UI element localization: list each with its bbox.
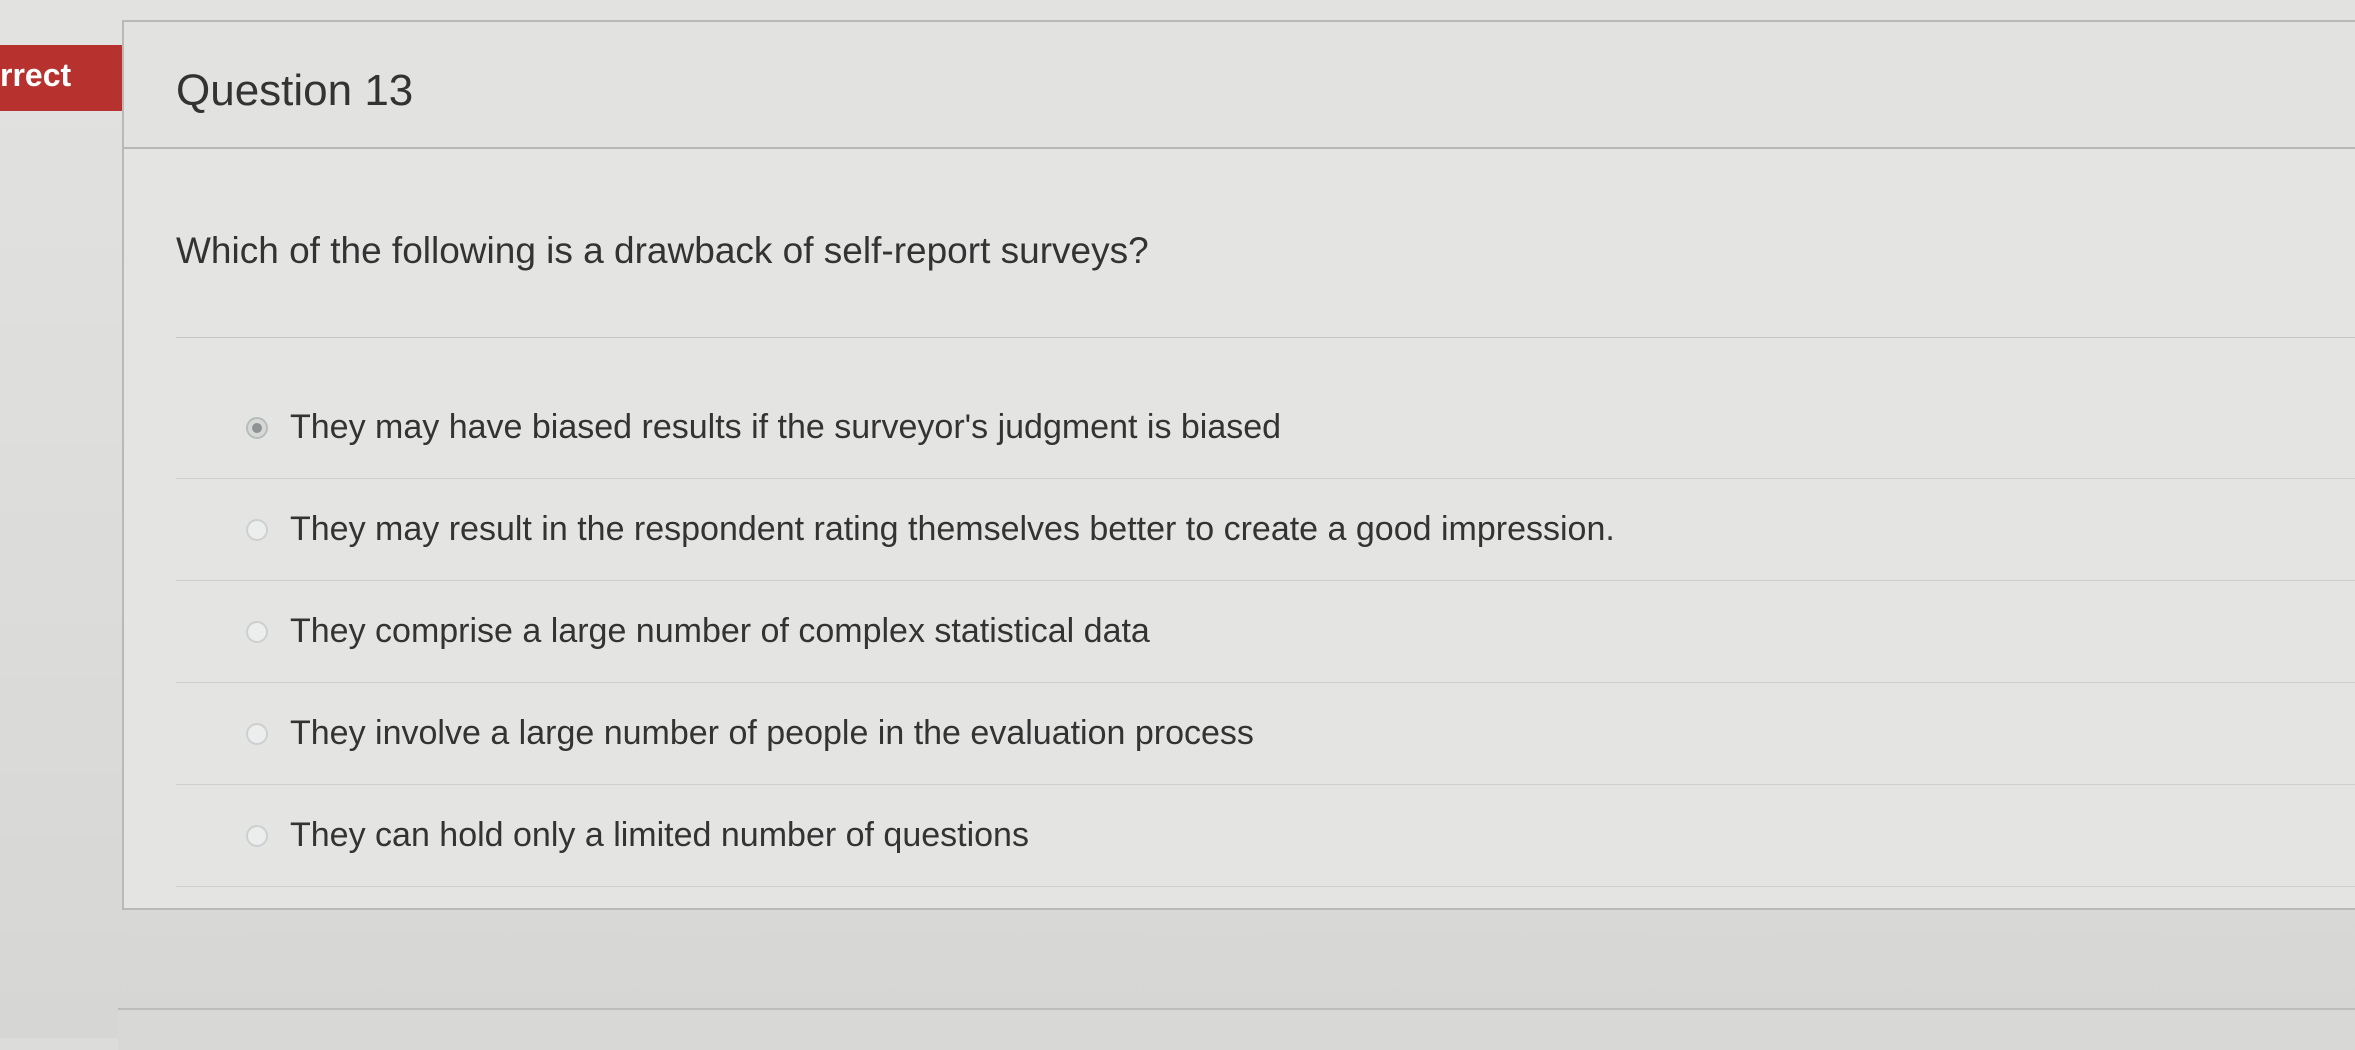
answer-option-4[interactable]: They involve a large number of people in…: [176, 683, 2355, 785]
question-prompt: Which of the following is a drawback of …: [176, 230, 1149, 271]
radio-button[interactable]: [246, 824, 268, 847]
answer-label: They involve a large number of people in…: [290, 714, 1254, 752]
question-card: Question 13 Which of the following is a …: [122, 20, 2355, 910]
radio-button[interactable]: [246, 722, 268, 745]
answer-label: They may have biased results if the surv…: [290, 408, 1282, 446]
question-header: Question 13: [124, 22, 2355, 149]
answer-option-2[interactable]: They may result in the respondent rating…: [176, 479, 2355, 581]
radio-button-selected[interactable]: [246, 416, 268, 439]
answer-option-1[interactable]: They may have biased results if the surv…: [176, 377, 2355, 479]
answer-label: They can hold only a limited number of q…: [290, 816, 1029, 854]
answer-label: They may result in the respondent rating…: [290, 510, 1615, 548]
radio-button[interactable]: [246, 620, 268, 643]
question-title: Question 13: [176, 66, 414, 115]
next-question-card-edge: [118, 1008, 2355, 1050]
prompt-divider: [176, 337, 2355, 338]
answer-option-3[interactable]: They comprise a large number of complex …: [176, 581, 2355, 683]
radio-button[interactable]: [246, 518, 268, 541]
answer-option-5[interactable]: They can hold only a limited number of q…: [176, 785, 2355, 887]
answer-list: They may have biased results if the surv…: [176, 377, 2355, 887]
status-label: rrect: [0, 57, 72, 93]
answer-label: They comprise a large number of complex …: [290, 612, 1150, 650]
